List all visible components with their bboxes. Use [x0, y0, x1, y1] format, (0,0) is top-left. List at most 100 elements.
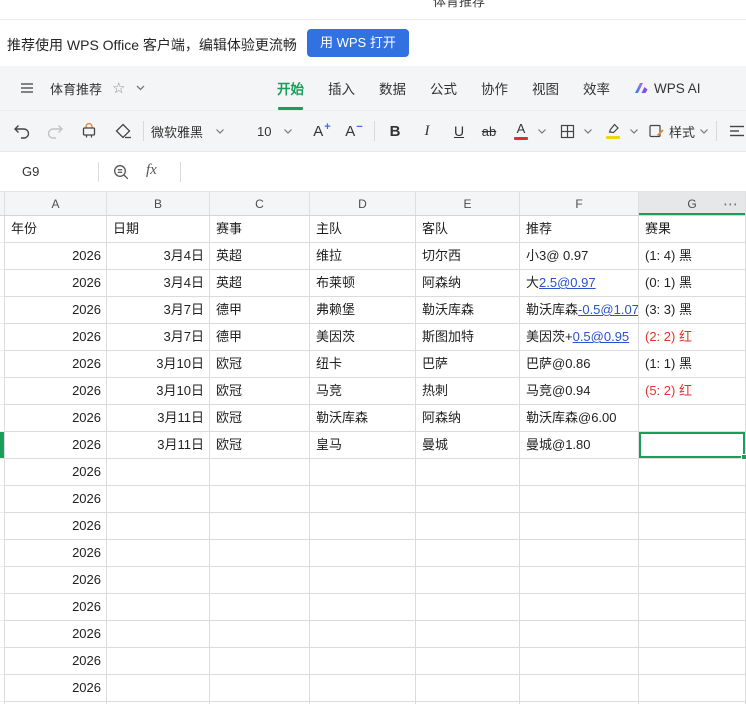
- cell-F8[interactable]: 勒沃库森@6.00: [520, 405, 639, 432]
- column-header-B[interactable]: B: [107, 192, 210, 215]
- cell-F16[interactable]: [520, 621, 639, 648]
- font-family-select[interactable]: 微软雅黑: [151, 122, 243, 141]
- tab-home[interactable]: 开始: [277, 66, 304, 110]
- column-header-E[interactable]: E: [416, 192, 520, 215]
- cell-E3[interactable]: 阿森纳: [416, 270, 520, 297]
- cell-E18[interactable]: [416, 675, 520, 702]
- chevron-down-icon[interactable]: [583, 128, 593, 135]
- cell-D15[interactable]: [310, 594, 416, 621]
- tab-insert[interactable]: 插入: [328, 66, 355, 110]
- cell-C7[interactable]: 欧冠: [210, 378, 310, 405]
- fill-color-button[interactable]: [600, 117, 626, 145]
- cell-D9[interactable]: 皇马: [310, 432, 416, 459]
- strikethrough-button[interactable]: ab: [476, 117, 502, 145]
- cell-B2[interactable]: 3月4日: [107, 243, 210, 270]
- cell-C1[interactable]: 赛事: [210, 216, 310, 243]
- cell-G4[interactable]: (3: 3) 黑: [639, 297, 746, 324]
- align-left-button[interactable]: [724, 117, 746, 145]
- cell-D16[interactable]: [310, 621, 416, 648]
- cell-E4[interactable]: 勒沃库森: [416, 297, 520, 324]
- cell-G14[interactable]: [639, 567, 746, 594]
- cell-hyperlink[interactable]: 0.5@0.95: [573, 329, 630, 344]
- cell-F15[interactable]: [520, 594, 639, 621]
- cell-C17[interactable]: [210, 648, 310, 675]
- cell-C8[interactable]: 欧冠: [210, 405, 310, 432]
- cell-F17[interactable]: [520, 648, 639, 675]
- cell-D3[interactable]: 布莱顿: [310, 270, 416, 297]
- cell-A9[interactable]: 2026: [5, 432, 107, 459]
- undo-button[interactable]: [8, 117, 34, 145]
- zoom-search-icon[interactable]: [112, 163, 131, 182]
- cell-B13[interactable]: [107, 540, 210, 567]
- cell-A5[interactable]: 2026: [5, 324, 107, 351]
- cell-C14[interactable]: [210, 567, 310, 594]
- cell-D14[interactable]: [310, 567, 416, 594]
- cell-A17[interactable]: 2026: [5, 648, 107, 675]
- tab-wps-ai[interactable]: WPS AI: [634, 66, 701, 110]
- tab-formulas[interactable]: 公式: [430, 66, 457, 110]
- tab-efficiency[interactable]: 效率: [583, 66, 610, 110]
- column-header-F[interactable]: F: [520, 192, 639, 215]
- cell-A4[interactable]: 2026: [5, 297, 107, 324]
- cell-E8[interactable]: 阿森纳: [416, 405, 520, 432]
- cell-D4[interactable]: 弗赖堡: [310, 297, 416, 324]
- hamburger-menu-icon[interactable]: [14, 74, 40, 102]
- cell-C10[interactable]: [210, 459, 310, 486]
- cell-G11[interactable]: [639, 486, 746, 513]
- cell-A1[interactable]: 年份: [5, 216, 107, 243]
- cell-F3[interactable]: 大2.5@0.97: [520, 270, 639, 297]
- cell-G16[interactable]: [639, 621, 746, 648]
- column-header-A[interactable]: A: [5, 192, 107, 215]
- cell-D18[interactable]: [310, 675, 416, 702]
- cell-hyperlink[interactable]: 2.5@0.97: [539, 275, 596, 290]
- italic-button[interactable]: I: [414, 117, 440, 145]
- cell-B9[interactable]: 3月11日: [107, 432, 210, 459]
- chevron-down-icon[interactable]: [135, 84, 146, 92]
- cell-A14[interactable]: 2026: [5, 567, 107, 594]
- cell-E12[interactable]: [416, 513, 520, 540]
- cell-D6[interactable]: 纽卡: [310, 351, 416, 378]
- decrease-font-button[interactable]: A −: [341, 117, 367, 145]
- cell-A16[interactable]: 2026: [5, 621, 107, 648]
- cell-B12[interactable]: [107, 513, 210, 540]
- column-header-C[interactable]: C: [210, 192, 310, 215]
- cell-D10[interactable]: [310, 459, 416, 486]
- cell-E13[interactable]: [416, 540, 520, 567]
- cell-A15[interactable]: 2026: [5, 594, 107, 621]
- cell-C5[interactable]: 德甲: [210, 324, 310, 351]
- cell-G5[interactable]: (2: 2) 红: [639, 324, 746, 351]
- cell-A11[interactable]: 2026: [5, 486, 107, 513]
- cell-F12[interactable]: [520, 513, 639, 540]
- tab-data[interactable]: 数据: [379, 66, 406, 110]
- cell-D13[interactable]: [310, 540, 416, 567]
- cell-C16[interactable]: [210, 621, 310, 648]
- cell-G18[interactable]: [639, 675, 746, 702]
- cell-F18[interactable]: [520, 675, 639, 702]
- font-size-select[interactable]: 10: [257, 124, 299, 139]
- cell-D1[interactable]: 主队: [310, 216, 416, 243]
- cell-E7[interactable]: 热刺: [416, 378, 520, 405]
- cell-G17[interactable]: [639, 648, 746, 675]
- cell-G1[interactable]: 赛果: [639, 216, 746, 243]
- cell-A2[interactable]: 2026: [5, 243, 107, 270]
- cell-B10[interactable]: [107, 459, 210, 486]
- cell-B5[interactable]: 3月7日: [107, 324, 210, 351]
- increase-font-button[interactable]: A +: [309, 117, 335, 145]
- cell-B7[interactable]: 3月10日: [107, 378, 210, 405]
- tab-collaborate[interactable]: 协作: [481, 66, 508, 110]
- cell-F11[interactable]: [520, 486, 639, 513]
- cell-D11[interactable]: [310, 486, 416, 513]
- clear-format-eraser-button[interactable]: [110, 117, 136, 145]
- name-box[interactable]: G9: [22, 152, 39, 191]
- cell-F5[interactable]: 美因茨+0.5@0.95: [520, 324, 639, 351]
- cell-A8[interactable]: 2026: [5, 405, 107, 432]
- cell-A10[interactable]: 2026: [5, 459, 107, 486]
- cell-A7[interactable]: 2026: [5, 378, 107, 405]
- cell-F14[interactable]: [520, 567, 639, 594]
- cell-B17[interactable]: [107, 648, 210, 675]
- cell-C11[interactable]: [210, 486, 310, 513]
- cell-E15[interactable]: [416, 594, 520, 621]
- cell-C9[interactable]: 欧冠: [210, 432, 310, 459]
- cell-C13[interactable]: [210, 540, 310, 567]
- cell-F13[interactable]: [520, 540, 639, 567]
